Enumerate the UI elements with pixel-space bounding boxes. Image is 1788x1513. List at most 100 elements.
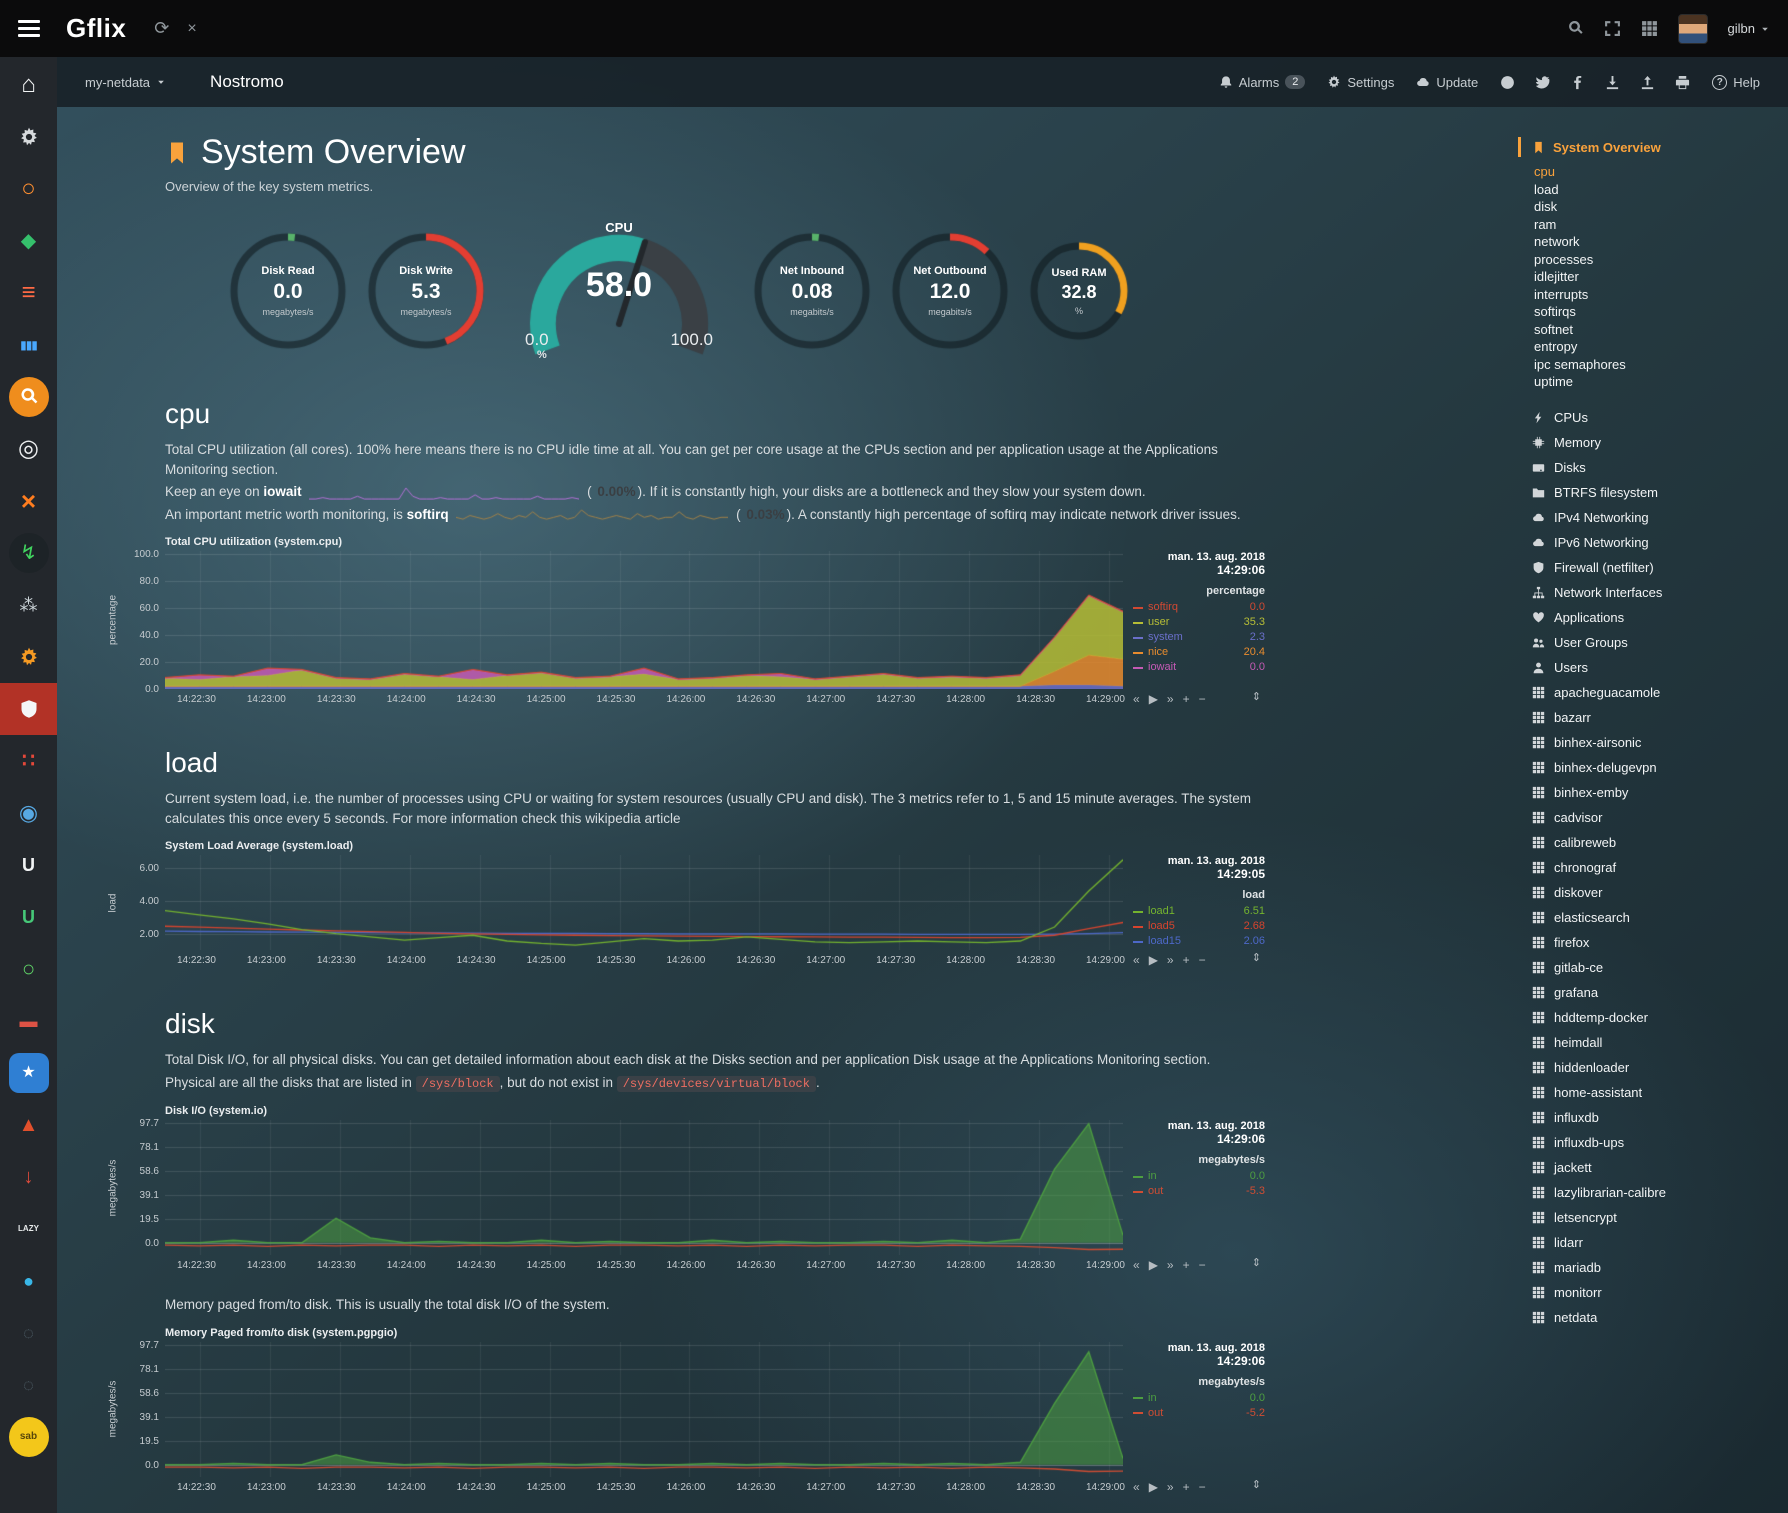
net-outbound-gauge[interactable]: Net Outbound12.0megabits/s	[891, 232, 1009, 350]
pan-right-button[interactable]: »	[1167, 953, 1174, 967]
user-avatar[interactable]	[1678, 14, 1708, 44]
play-button[interactable]: ▶	[1149, 1258, 1158, 1272]
toc-section-binhex-emby[interactable]: binhex-emby	[1532, 780, 1780, 805]
app-shield-active[interactable]	[0, 683, 57, 735]
zoom-out-button[interactable]: −	[1199, 692, 1206, 706]
download-icon[interactable]	[1605, 75, 1620, 90]
app-orange-cross[interactable]: ×	[0, 475, 57, 527]
toc-item-network[interactable]: network	[1534, 233, 1780, 251]
upload-icon[interactable]	[1640, 75, 1655, 90]
toc-item-idlejitter[interactable]: idlejitter	[1534, 268, 1780, 286]
toc-section-chronograf[interactable]: chronograf	[1532, 855, 1780, 880]
legend-entry-out[interactable]: out-5.2	[1133, 1406, 1265, 1421]
pan-right-button[interactable]: »	[1167, 692, 1174, 706]
toc-section-diskover[interactable]: diskover	[1532, 880, 1780, 905]
hamburger-menu-icon[interactable]	[18, 20, 40, 37]
toc-section-lidarr[interactable]: lidarr	[1532, 1230, 1780, 1255]
toc-section-letsencrypt[interactable]: letsencrypt	[1532, 1205, 1780, 1230]
chart-canvas-io[interactable]	[165, 1120, 1123, 1255]
legend-entry-in[interactable]: in0.0	[1133, 1391, 1265, 1406]
toc-section-apacheguacamole[interactable]: apacheguacamole	[1532, 680, 1780, 705]
app-green-ring[interactable]: ○	[0, 943, 57, 995]
legend-entry-nice[interactable]: nice20.4	[1133, 645, 1265, 660]
app-dim-2[interactable]: ◌	[0, 1359, 57, 1411]
toc-section-btrfs-filesystem[interactable]: BTRFS filesystem	[1532, 480, 1780, 505]
app-gitlab-fox[interactable]: ▲	[0, 1099, 57, 1151]
toc-section-applications[interactable]: Applications	[1532, 605, 1780, 630]
app-blue-star[interactable]: ★	[0, 1047, 57, 1099]
toc-section-disks[interactable]: Disks	[1532, 455, 1780, 480]
disk-read-gauge[interactable]: Disk Read0.0megabytes/s	[229, 232, 347, 350]
legend-entry-load15[interactable]: load152.06	[1133, 934, 1265, 949]
zoom-in-button[interactable]: +	[1183, 953, 1190, 967]
print-icon[interactable]	[1675, 75, 1690, 90]
toc-item-processes[interactable]: processes	[1534, 251, 1780, 269]
app-green-bolt[interactable]: ↯	[0, 527, 57, 579]
toc-section-network-interfaces[interactable]: Network Interfaces	[1532, 580, 1780, 605]
pan-right-button[interactable]: »	[1167, 1258, 1174, 1272]
chart-canvas-cpu[interactable]	[165, 551, 1123, 689]
toc-item-load[interactable]: load	[1534, 181, 1780, 199]
toc-section-memory[interactable]: Memory	[1532, 430, 1780, 455]
toc-section-lazylibrarian-calibre[interactable]: lazylibrarian-calibre	[1532, 1180, 1780, 1205]
toc-section-firewall-netfilter-[interactable]: Firewall (netfilter)	[1532, 555, 1780, 580]
toc-item-interrupts[interactable]: interrupts	[1534, 286, 1780, 304]
toc-section-ipv4-networking[interactable]: IPv4 Networking	[1532, 505, 1780, 530]
zoom-in-button[interactable]: +	[1183, 1480, 1190, 1494]
toc-section-firefox[interactable]: firefox	[1532, 930, 1780, 955]
legend-entry-load1[interactable]: load16.51	[1133, 904, 1265, 919]
app-water-drop[interactable]: ●	[0, 1255, 57, 1307]
facebook-icon[interactable]	[1570, 75, 1585, 90]
pan-left-button[interactable]: «	[1133, 692, 1140, 706]
app-green-diamond[interactable]: ◆	[0, 215, 57, 267]
app-red-download[interactable]: ↓	[0, 1151, 57, 1203]
play-button[interactable]: ▶	[1149, 1480, 1158, 1494]
app-red-cluster[interactable]: ∷	[0, 735, 57, 787]
zoom-out-button[interactable]: −	[1199, 953, 1206, 967]
toc-section-elasticsearch[interactable]: elasticsearch	[1532, 905, 1780, 930]
app-dim-1[interactable]: ◌	[0, 1307, 57, 1359]
app-blue-donut[interactable]: ◉	[0, 787, 57, 839]
toc-item-ram[interactable]: ram	[1534, 216, 1780, 234]
chart-resize-handle[interactable]: ⇕	[1252, 1256, 1261, 1269]
net-inbound-gauge[interactable]: Net Inbound0.08megabits/s	[753, 232, 871, 350]
app-orange-gear[interactable]	[0, 631, 57, 683]
toc-section-grafana[interactable]: grafana	[1532, 980, 1780, 1005]
toc-section-cpus[interactable]: CPUs	[1532, 405, 1780, 430]
play-button[interactable]: ▶	[1149, 953, 1158, 967]
app-stacks[interactable]: ≡	[0, 267, 57, 319]
github-icon[interactable]	[1500, 75, 1515, 90]
app-u-white[interactable]: U	[0, 839, 57, 891]
app-soundbars[interactable]: ▮▮▮	[0, 319, 57, 371]
toc-section-hddtemp-docker[interactable]: hddtemp-docker	[1532, 1005, 1780, 1030]
app-white-disc[interactable]: ◎	[0, 423, 57, 475]
pan-right-button[interactable]: »	[1167, 1480, 1174, 1494]
toc-section-jackett[interactable]: jackett	[1532, 1155, 1780, 1180]
chart-resize-handle[interactable]: ⇕	[1252, 1478, 1261, 1491]
legend-entry-user[interactable]: user35.3	[1133, 615, 1265, 630]
toc-section-influxdb[interactable]: influxdb	[1532, 1105, 1780, 1130]
chart-resize-handle[interactable]: ⇕	[1252, 690, 1261, 703]
server-selector[interactable]: my-netdata	[85, 75, 166, 90]
legend-entry-in[interactable]: in0.0	[1133, 1169, 1265, 1184]
toc-section-gitlab-ce[interactable]: gitlab-ce	[1532, 955, 1780, 980]
toc-item-uptime[interactable]: uptime	[1534, 373, 1780, 391]
used-ram-gauge[interactable]: Used RAM32.8%	[1029, 241, 1129, 341]
legend-entry-load5[interactable]: load52.68	[1133, 919, 1265, 934]
close-icon[interactable]: ×	[187, 20, 196, 38]
zoom-in-button[interactable]: +	[1183, 692, 1190, 706]
toc-section-calibreweb[interactable]: calibreweb	[1532, 830, 1780, 855]
legend-entry-out[interactable]: out-5.3	[1133, 1184, 1265, 1199]
toc-section-users[interactable]: Users	[1532, 655, 1780, 680]
play-button[interactable]: ▶	[1149, 692, 1158, 706]
alarms-button[interactable]: Alarms 2	[1219, 75, 1306, 90]
pan-left-button[interactable]: «	[1133, 1258, 1140, 1272]
app-lazylibrarian[interactable]: LAZY	[0, 1203, 57, 1255]
toc-section-cadvisor[interactable]: cadvisor	[1532, 805, 1780, 830]
toc-section-bazarr[interactable]: bazarr	[1532, 705, 1780, 730]
chart-canvas-pgpgio[interactable]	[165, 1342, 1123, 1477]
app-search-orange[interactable]	[0, 371, 57, 423]
app-orange-ring[interactable]: ○	[0, 163, 57, 215]
legend-entry-iowait[interactable]: iowait0.0	[1133, 660, 1265, 675]
chart-resize-handle[interactable]: ⇕	[1252, 951, 1261, 964]
